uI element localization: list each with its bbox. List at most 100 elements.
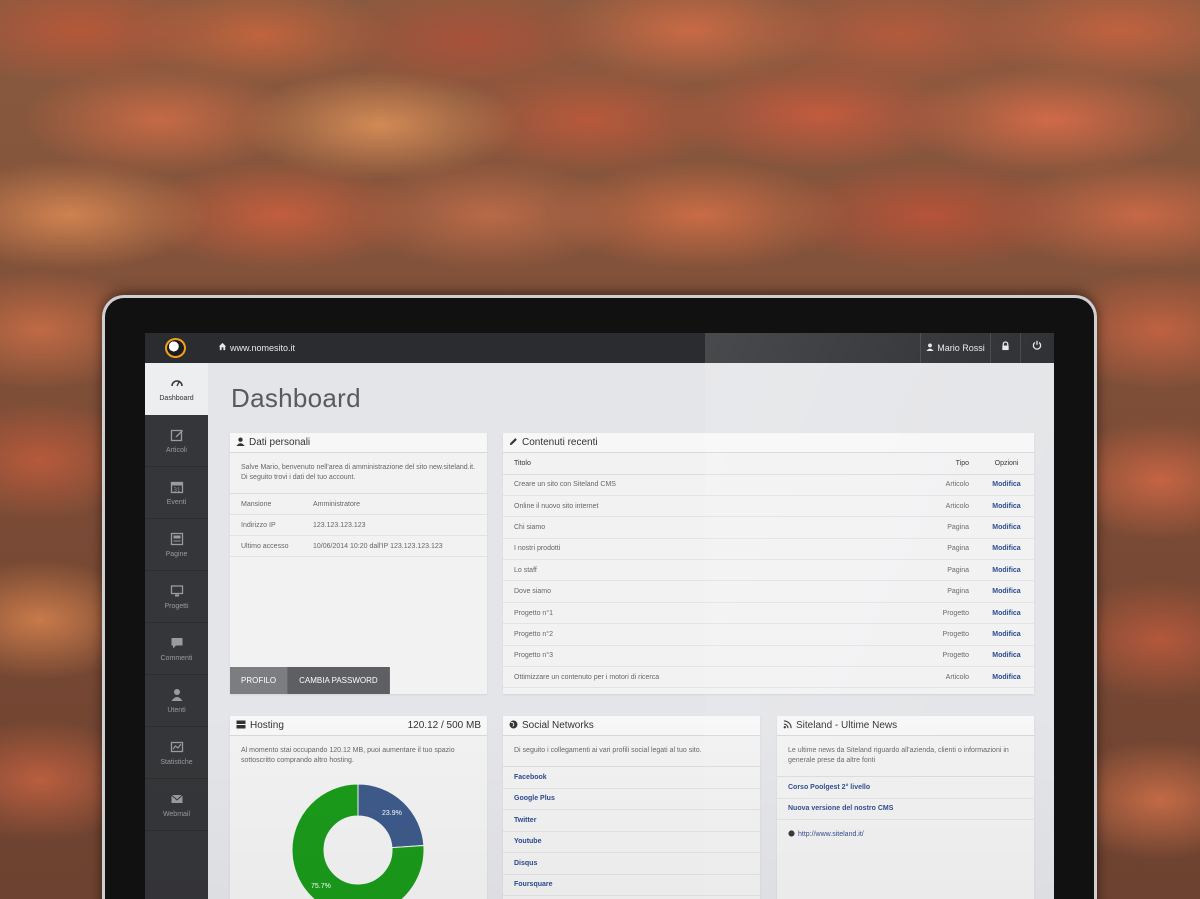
news-panel: Siteland - Ultime News Le ultime news da… xyxy=(777,716,1034,899)
sidebar-item-articoli[interactable]: Articoli xyxy=(145,415,208,467)
social-link[interactable]: Google Plus xyxy=(503,789,760,810)
info-value: 10/06/2014 10:20 dall'IP 123.123.123.123 xyxy=(313,542,443,550)
user-icon xyxy=(170,688,184,704)
news-link[interactable]: Corso Poolgest 2° livello xyxy=(777,777,1034,799)
row-type: Articolo xyxy=(919,666,979,689)
site-url: www.nomesito.it xyxy=(230,342,296,353)
edit-link[interactable]: Modifica xyxy=(979,516,1034,539)
info-label: Ultimo accesso xyxy=(241,542,289,550)
edit-link[interactable]: Modifica xyxy=(979,623,1034,646)
sidebar-item-eventi[interactable]: 31 Eventi xyxy=(145,467,208,519)
hosting-usage: 120.12 / 500 MB xyxy=(407,720,481,731)
power-icon[interactable] xyxy=(1030,340,1044,354)
used-slice-label: 23.9% xyxy=(382,810,402,817)
table-row: Progetto n°3 Progetto Modifica xyxy=(503,645,1034,668)
sidebar: Dashboard Articoli 31 Eventi Pagine Prog… xyxy=(145,363,208,899)
page-icon xyxy=(170,532,184,548)
panel-header: Hosting 120.12 / 500 MB xyxy=(230,716,487,736)
hosting-donut-chart: 23.9% 75.7% xyxy=(291,783,425,899)
edit-link[interactable]: Modifica xyxy=(979,666,1034,689)
column-options: Opzioni xyxy=(979,453,1034,475)
row-type: Pagina xyxy=(919,538,979,561)
row-title: Creare un sito con Siteland CMS xyxy=(503,474,919,496)
sidebar-item-webmail[interactable]: Webmail xyxy=(145,779,208,831)
sidebar-item-pagine[interactable]: Pagine xyxy=(145,519,208,571)
row-type: Progetto xyxy=(919,602,979,625)
screen: www.nomesito.it Mario Rossi Dashboard Ar… xyxy=(145,333,1054,899)
table-row: Ottimizzare un contenuto per i motori di… xyxy=(503,666,1034,689)
panel-title: Social Networks xyxy=(522,720,594,731)
rss-icon xyxy=(783,719,792,732)
social-text: Di seguito i collegamenti ai vari profil… xyxy=(503,736,760,767)
hosting-text: Al momento stai occupando 120.12 MB, puo… xyxy=(241,747,455,764)
sidebar-item-statistiche[interactable]: Statistiche xyxy=(145,727,208,779)
logo[interactable] xyxy=(165,338,186,358)
edit-link[interactable]: Modifica xyxy=(979,474,1034,496)
social-link[interactable]: Twitter xyxy=(503,810,760,832)
edit-link[interactable]: Modifica xyxy=(979,495,1034,518)
panel-title: Siteland - Ultime News xyxy=(796,720,898,731)
table-row: Dove siamo Pagina Modifica xyxy=(503,580,1034,603)
sidebar-item-label: Dashboard xyxy=(159,395,194,402)
recent-content-panel: Contenuti recenti Titolo Tipo Opzioni Cr… xyxy=(503,433,1034,694)
sidebar-item-dashboard[interactable]: Dashboard xyxy=(145,363,208,415)
hosting-panel: Hosting 120.12 / 500 MB Al momento stai … xyxy=(230,716,487,899)
social-link[interactable]: Disqus xyxy=(503,853,760,875)
table-row: Chi siamo Pagina Modifica xyxy=(503,516,1034,539)
edit-link[interactable]: Modifica xyxy=(979,538,1034,561)
news-site-link[interactable]: http://www.siteland.it/ xyxy=(777,824,1034,846)
panel-title: Contenuti recenti xyxy=(522,437,598,448)
pencil-icon xyxy=(509,437,518,449)
row-title: Progetto n°1 xyxy=(503,602,919,625)
table-header-row: Titolo Tipo Opzioni xyxy=(503,453,1034,475)
top-bar: www.nomesito.it Mario Rossi xyxy=(145,333,1054,363)
edit-link[interactable]: Modifica xyxy=(979,559,1034,582)
social-link[interactable]: Youtube xyxy=(503,832,760,853)
sidebar-item-label: Progetti xyxy=(164,602,189,610)
edit-link[interactable]: Modifica xyxy=(979,645,1034,668)
sidebar-item-label: Eventi xyxy=(166,498,187,506)
info-label: Mansione xyxy=(241,500,272,508)
row-type: Pagina xyxy=(919,559,979,582)
edit-link[interactable]: Modifica xyxy=(979,580,1034,603)
row-title: Chi siamo xyxy=(503,516,919,539)
row-type: Pagina xyxy=(919,580,979,603)
change-password-button[interactable]: CAMBIA PASSWORD xyxy=(288,667,390,694)
page-title: Dashboard xyxy=(231,383,361,413)
row-title: Progetto n°3 xyxy=(503,645,919,668)
server-icon xyxy=(236,720,246,732)
user-name: Mario Rossi xyxy=(937,343,985,353)
mail-icon xyxy=(170,792,184,808)
social-link[interactable]: Facebook xyxy=(503,767,760,789)
user-menu[interactable]: Mario Rossi xyxy=(920,333,990,363)
sidebar-item-label: Articoli xyxy=(165,446,187,454)
button-bar: PROFILO CAMBIA PASSWORD xyxy=(230,667,390,694)
info-row: Ultimo accesso 10/06/2014 10:20 dall'IP … xyxy=(230,536,487,557)
panel-header: Social Networks xyxy=(503,716,760,736)
site-link[interactable]: www.nomesito.it xyxy=(218,342,295,353)
svg-text:31: 31 xyxy=(173,487,180,493)
monitor-icon xyxy=(170,584,184,600)
sidebar-item-commenti[interactable]: Commenti xyxy=(145,623,208,675)
info-label: Indirizzo IP xyxy=(241,521,276,529)
social-link[interactable]: Foursquare xyxy=(503,875,760,896)
profile-button[interactable]: PROFILO xyxy=(230,667,289,694)
divider xyxy=(990,333,991,363)
sidebar-item-label: Utenti xyxy=(167,706,186,714)
chart-icon xyxy=(170,740,184,756)
column-type: Tipo xyxy=(919,453,979,475)
table-row: I nostri prodotti Pagina Modifica xyxy=(503,538,1034,561)
panel-header: Dati personali xyxy=(230,433,487,453)
edit-link[interactable]: Modifica xyxy=(979,602,1034,625)
news-url: http://www.siteland.it/ xyxy=(798,831,864,839)
sidebar-item-label: Statistiche xyxy=(160,758,193,766)
sidebar-item-progetti[interactable]: Progetti xyxy=(145,571,208,623)
table-row: Creare un sito con Siteland CMS Articolo M… xyxy=(503,474,1034,496)
free-slice-label: 75.7% xyxy=(311,883,331,890)
news-link[interactable]: Nuova versione del nostro CMS xyxy=(777,799,1034,820)
panel-header: Siteland - Ultime News xyxy=(777,716,1034,736)
globe-icon xyxy=(788,830,795,839)
sidebar-item-utenti[interactable]: Utenti xyxy=(145,675,208,727)
lock-icon[interactable] xyxy=(998,341,1012,355)
panel-title: Dati personali xyxy=(249,437,311,448)
